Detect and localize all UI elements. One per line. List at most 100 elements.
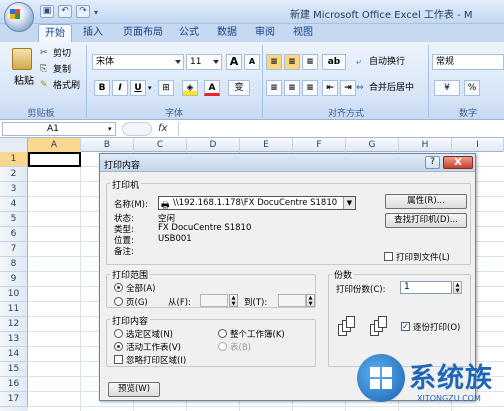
formula-input[interactable] <box>178 122 502 136</box>
increase-indent-icon[interactable]: ⇥ <box>340 80 356 96</box>
tab-review[interactable]: 审阅 <box>248 24 282 42</box>
tab-page-layout[interactable]: 页面布局 <box>118 24 168 42</box>
copy-icon: ⎘ <box>40 64 48 74</box>
row-header[interactable]: 13 <box>0 332 28 347</box>
alignment-group-label: 对齐方式 <box>327 109 364 119</box>
printer-group-title: 打印机 <box>110 178 142 191</box>
column-header-d[interactable]: D <box>187 138 240 152</box>
workbook-radio[interactable] <box>218 329 227 338</box>
row-header[interactable]: 6 <box>0 227 28 242</box>
properties-button[interactable]: 属性(R)... <box>385 194 467 209</box>
grow-font-button[interactable]: A <box>226 54 242 70</box>
copies-label: 打印份数(C): <box>336 285 386 295</box>
orientation-icon[interactable]: ab <box>322 54 346 70</box>
preview-button[interactable]: 预览(W) <box>108 382 160 397</box>
row-header[interactable]: 16 <box>0 377 28 392</box>
tab-data[interactable]: 数据 <box>210 24 244 42</box>
chevron-down-icon[interactable]: ▾ <box>148 84 152 92</box>
column-header-b[interactable]: B <box>81 138 134 152</box>
row-header[interactable]: 4 <box>0 197 28 212</box>
italic-button[interactable]: I <box>112 80 128 96</box>
column-header-g[interactable]: G <box>346 138 399 152</box>
collate-checkbox[interactable]: ✓ <box>401 322 410 331</box>
row-header[interactable]: 11 <box>0 302 28 317</box>
underline-button[interactable]: U <box>130 80 146 96</box>
percent-button[interactable]: % <box>464 80 480 96</box>
to-page-input[interactable] <box>278 294 306 307</box>
save-icon[interactable]: ▣ <box>40 5 54 18</box>
tab-home[interactable]: 开始 <box>38 24 72 42</box>
copy-button[interactable]: 复制 <box>52 62 72 78</box>
row-header[interactable]: 1 <box>0 152 28 167</box>
number-format-select[interactable]: 常规 <box>432 54 504 70</box>
phonetic-button[interactable]: 变 <box>228 80 250 96</box>
range-all-radio[interactable] <box>114 283 123 292</box>
bold-button[interactable]: B <box>94 80 110 96</box>
column-header-i[interactable]: I <box>452 138 504 152</box>
ignore-print-areas-checkbox[interactable] <box>114 355 123 364</box>
print-to-file-checkbox[interactable] <box>384 252 393 261</box>
row-header[interactable]: 10 <box>0 287 28 302</box>
help-button[interactable]: ? <box>425 156 440 169</box>
fill-color-icon[interactable]: ◈ <box>182 80 198 96</box>
font-color-button[interactable]: A <box>204 80 220 96</box>
font-name-select[interactable]: 宋体 <box>92 54 184 70</box>
align-center-icon[interactable]: ≡ <box>284 80 300 96</box>
paste-icon[interactable] <box>12 48 32 70</box>
currency-icon[interactable]: ¥ <box>434 80 460 96</box>
column-header-a[interactable]: A <box>28 138 81 152</box>
row-header[interactable]: 5 <box>0 212 28 227</box>
tab-formulas[interactable]: 公式 <box>172 24 206 42</box>
formula-bar-expander[interactable] <box>122 122 152 136</box>
merge-center-button[interactable]: 合并后居中 <box>368 80 415 96</box>
table-radio[interactable] <box>218 342 227 351</box>
column-header-f[interactable]: F <box>293 138 346 152</box>
column-header-c[interactable]: C <box>134 138 187 152</box>
row-header[interactable]: 2 <box>0 167 28 182</box>
align-left-icon[interactable]: ≡ <box>266 80 282 96</box>
column-header-h[interactable]: H <box>399 138 452 152</box>
insert-function-button[interactable]: fx <box>158 122 176 136</box>
align-right-icon[interactable]: ≡ <box>302 80 318 96</box>
row-header[interactable]: 7 <box>0 242 28 257</box>
from-spinner[interactable]: ▲ ▼ <box>229 294 238 307</box>
selection-radio[interactable] <box>114 329 123 338</box>
row-header[interactable]: 12 <box>0 317 28 332</box>
paste-button[interactable]: 粘贴 <box>10 72 38 87</box>
select-all-corner[interactable] <box>0 138 28 152</box>
row-header[interactable]: 17 <box>0 392 28 407</box>
row-header[interactable]: 3 <box>0 182 28 197</box>
undo-icon[interactable]: ↶ <box>58 5 72 18</box>
find-printer-button[interactable]: 查找打印机(D)... <box>385 213 467 228</box>
shrink-font-button[interactable]: A <box>244 54 260 70</box>
align-bottom-icon[interactable]: ≡ <box>302 54 318 70</box>
customize-qat-icon[interactable]: ▾ <box>94 8 98 17</box>
range-pages-radio[interactable] <box>114 297 123 306</box>
row-header[interactable]: 15 <box>0 362 28 377</box>
row-header[interactable]: 14 <box>0 347 28 362</box>
wrap-text-button[interactable]: 自动换行 <box>368 54 406 70</box>
align-top-icon[interactable]: ≡ <box>266 54 282 70</box>
printer-select[interactable]: 🖶 \\192.168.1.178\FX DocuCentre S1810 ▼ <box>158 196 356 211</box>
to-spinner[interactable]: ▲ ▼ <box>306 294 315 307</box>
font-size-select[interactable]: 11 <box>186 54 222 70</box>
redo-icon[interactable]: ↷ <box>76 5 90 18</box>
decrease-indent-icon[interactable]: ⇤ <box>322 80 338 96</box>
align-middle-icon[interactable]: ≡ <box>284 54 300 70</box>
from-page-input[interactable] <box>200 294 228 307</box>
row-header[interactable]: 8 <box>0 257 28 272</box>
copies-spinner[interactable]: ▲ ▼ <box>453 281 462 294</box>
tab-insert[interactable]: 插入 <box>76 24 110 42</box>
cut-button[interactable]: 剪切 <box>52 46 72 62</box>
chevron-down-icon[interactable]: ▾ <box>108 125 112 133</box>
row-header[interactable]: 9 <box>0 272 28 287</box>
border-icon[interactable]: ⊞ <box>158 80 174 96</box>
tab-view[interactable]: 视图 <box>286 24 320 42</box>
copies-input[interactable]: 1 <box>400 281 452 294</box>
name-box[interactable]: A1 <box>2 122 116 136</box>
close-button[interactable]: X <box>443 156 473 169</box>
format-painter-button[interactable]: 格式刷 <box>52 78 81 94</box>
active-cell[interactable] <box>28 152 81 167</box>
column-header-e[interactable]: E <box>240 138 293 152</box>
active-sheet-radio[interactable] <box>114 342 123 351</box>
